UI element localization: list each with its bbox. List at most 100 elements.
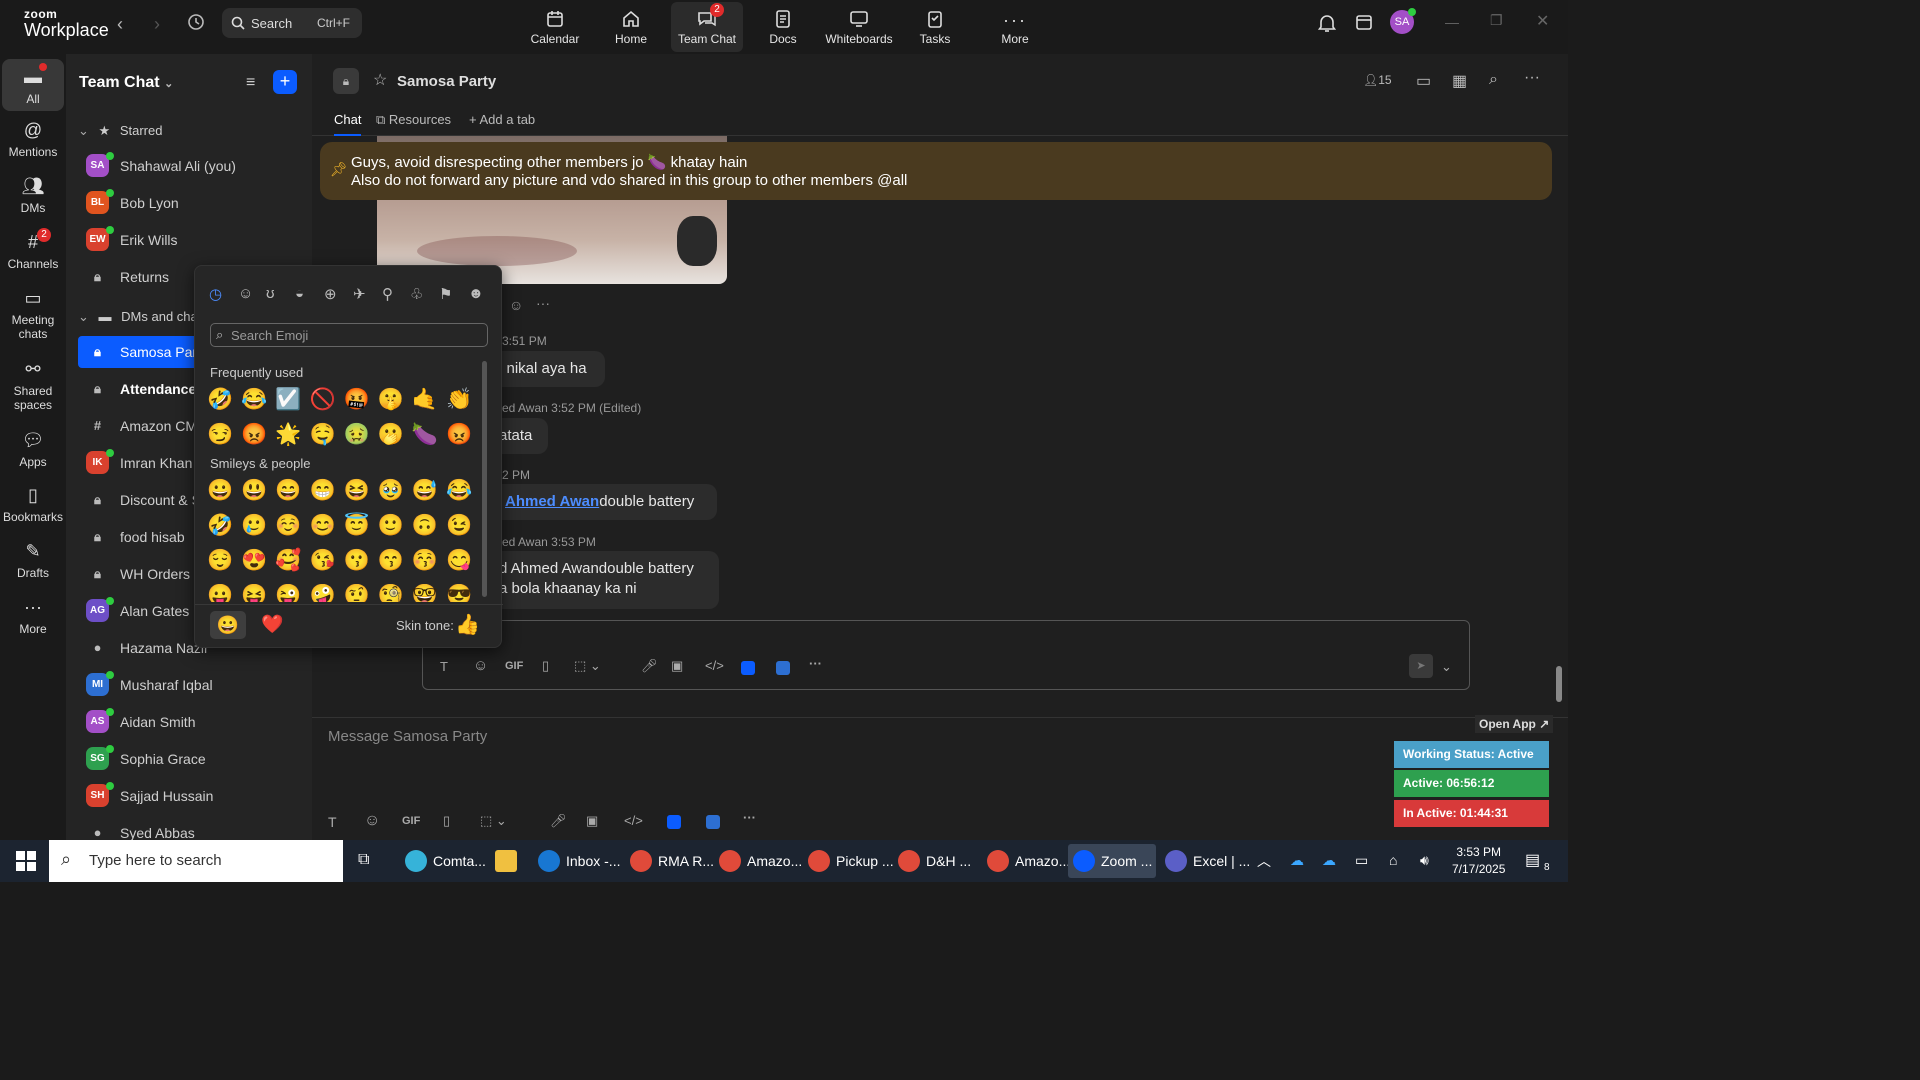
animal-category-icon[interactable]: ʊ: [266, 285, 275, 302]
chat-list-item[interactable]: AS Aidan Smith: [78, 706, 308, 738]
taskbar-app[interactable]: Inbox -...: [533, 844, 621, 878]
nav-tasks[interactable]: Tasks: [899, 2, 971, 52]
rail-more[interactable]: ··· More: [2, 597, 64, 636]
emoji-row[interactable]: 😀😃😄😁😆🥹😅😂: [207, 480, 480, 501]
smiley-category-icon[interactable]: ☺: [238, 285, 253, 302]
emoji-icon[interactable]: ☺: [364, 812, 380, 830]
heart-tab[interactable]: ❤️: [261, 614, 283, 635]
network-icon[interactable]: ⌂: [1389, 852, 1397, 868]
code-icon[interactable]: </>: [624, 813, 643, 828]
app-icon[interactable]: [667, 815, 681, 829]
emoji-row[interactable]: 😌😍🥰😘😗😙😚😋: [207, 550, 480, 571]
starred-item[interactable]: BL Bob Lyon: [78, 187, 308, 219]
code-icon[interactable]: </>: [705, 658, 724, 673]
microphone-icon[interactable]: 🎤︎: [641, 658, 658, 674]
send-icon[interactable]: ➤: [1409, 654, 1433, 678]
taskbar-app[interactable]: RMA R...: [625, 844, 714, 878]
emoji-scrollbar[interactable]: [482, 361, 487, 597]
file-icon[interactable]: ▯: [542, 658, 549, 674]
tab-add[interactable]: + Add a tab: [469, 112, 535, 127]
battery-icon[interactable]: ▭: [1355, 852, 1368, 869]
windows-start-icon[interactable]: [16, 851, 36, 876]
mention-link[interactable]: Ahmed Awan: [505, 493, 599, 510]
new-chat-button[interactable]: +: [273, 70, 297, 94]
smiley-tab[interactable]: 😀: [210, 611, 246, 639]
gif-icon[interactable]: GIF: [402, 815, 420, 827]
sidebar-title[interactable]: Team Chat ⌄: [79, 74, 173, 92]
chat-list-item[interactable]: SH Sajjad Hussain: [78, 780, 308, 812]
rail-shared-spaces[interactable]: ⚯ Shared spaces: [2, 359, 64, 412]
rail-bookmarks[interactable]: ▯ Bookmarks: [2, 485, 64, 524]
activity-category-icon[interactable]: ⊕: [324, 285, 337, 303]
emoji-row[interactable]: 😛😝😜🤪🤨🧐🤓😎: [207, 585, 480, 602]
speaker-icon[interactable]: 🔊︎: [1420, 852, 1429, 869]
maximize-icon[interactable]: ❐: [1490, 12, 1503, 29]
nav-calendar[interactable]: Calendar: [519, 2, 591, 52]
app-icon[interactable]: [706, 815, 720, 829]
video-message-icon[interactable]: ▣: [586, 813, 598, 829]
onedrive-icon[interactable]: ☁: [1322, 852, 1336, 869]
nav-docs[interactable]: Docs: [747, 2, 819, 52]
taskbar-app[interactable]: Comta...: [400, 844, 486, 878]
tab-resources[interactable]: ⧉ Resources: [376, 112, 451, 128]
starred-item[interactable]: SA Shahawal Ali (you): [78, 150, 308, 182]
pinned-message[interactable]: 📌︎ Guys, avoid disrespecting other membe…: [320, 142, 1552, 200]
more-dots-icon[interactable]: ···: [809, 656, 822, 671]
open-app-link[interactable]: Open App ↗: [1475, 715, 1554, 733]
rail-channels[interactable]: # 2 Channels: [2, 228, 64, 271]
skin-tone-selector[interactable]: 👍: [455, 612, 480, 637]
more-dots-icon[interactable]: ···: [743, 810, 756, 825]
tab-chat[interactable]: Chat: [334, 112, 362, 136]
travel-category-icon[interactable]: ✈: [353, 285, 366, 303]
emoji-row[interactable]: 🤣😂☑️🚫🤬🤫🤙👏: [207, 389, 480, 410]
notification-center-icon[interactable]: ▤: [1525, 850, 1540, 870]
message-input[interactable]: Message Samosa Party: [328, 728, 487, 745]
rail-dms[interactable]: 👥︎ DMs: [2, 176, 64, 215]
calendar-check-icon[interactable]: [1355, 13, 1373, 36]
taskbar-app[interactable]: Amazo...: [714, 844, 802, 878]
rail-meeting-chats[interactable]: ▭ Meeting chats: [2, 288, 64, 341]
taskbar-app[interactable]: Pickup ...: [803, 844, 894, 878]
format-text-icon[interactable]: T: [440, 659, 448, 674]
close-icon[interactable]: ✕: [1536, 11, 1549, 31]
taskbar-app[interactable]: Amazo...: [982, 844, 1070, 878]
dms-section-header[interactable]: ⌄ ▬ DMs and chan: [78, 309, 205, 325]
recent-clock-icon[interactable]: ◷: [209, 285, 222, 303]
add-reaction-icon[interactable]: ☺: [509, 297, 523, 313]
nav-more[interactable]: ··· More: [979, 2, 1051, 52]
calendar-icon[interactable]: ▦: [1452, 71, 1467, 91]
message-bubble[interactable]: d Ahmed Awandouble battery a bola khaana…: [492, 551, 719, 609]
screenshot-icon[interactable]: ⬚ ⌄: [480, 813, 507, 829]
nav-team-chat[interactable]: 2 Team Chat: [671, 2, 743, 52]
chevron-down-icon[interactable]: ⌄: [1441, 659, 1452, 675]
rail-all[interactable]: ▬ All: [2, 59, 64, 111]
taskbar-app[interactable]: [490, 844, 526, 878]
message-bubble[interactable]: Ahmed Awandouble battery: [492, 484, 717, 520]
back-arrow-icon[interactable]: ‹: [117, 14, 123, 35]
app-icon[interactable]: [741, 661, 755, 675]
taskbar-app[interactable]: Excel | ...: [1160, 844, 1250, 878]
bell-icon[interactable]: [1317, 13, 1337, 38]
file-icon[interactable]: ▯: [443, 813, 450, 829]
taskbar-app[interactable]: Zoom ...: [1068, 844, 1156, 878]
forward-arrow-icon[interactable]: ›: [154, 14, 160, 35]
app-icon[interactable]: [776, 661, 790, 675]
more-dots-icon[interactable]: ···: [536, 295, 550, 311]
rail-apps[interactable]: 💬︎ Apps: [2, 430, 64, 469]
minimize-icon[interactable]: —: [1445, 14, 1459, 30]
format-text-icon[interactable]: T: [328, 814, 337, 830]
custom-emoji-icon[interactable]: ☻: [468, 285, 484, 302]
star-outline-icon[interactable]: ☆: [373, 70, 387, 90]
taskbar-search[interactable]: ⌕ Type here to search: [49, 840, 343, 882]
task-view-icon[interactable]: ⧉: [358, 851, 369, 869]
channel-title[interactable]: Samosa Party: [397, 73, 496, 90]
rail-mentions[interactable]: @ Mentions: [2, 120, 64, 159]
starred-item[interactable]: EW Erik Wills: [78, 224, 308, 256]
onedrive-icon[interactable]: ☁: [1290, 852, 1304, 869]
system-clock[interactable]: 3:53 PM 7/17/2025: [1452, 844, 1505, 878]
members-button[interactable]: 👤︎15: [1363, 73, 1392, 87]
gif-icon[interactable]: GIF: [505, 660, 523, 672]
nav-whiteboards[interactable]: Whiteboards: [823, 2, 895, 52]
video-icon[interactable]: ▭: [1416, 71, 1431, 91]
reply-composer[interactable]: T ☺ GIF ▯ ⬚ ⌄ 🎤︎ ▣ </> ··· ➤ ⌄: [422, 620, 1470, 690]
